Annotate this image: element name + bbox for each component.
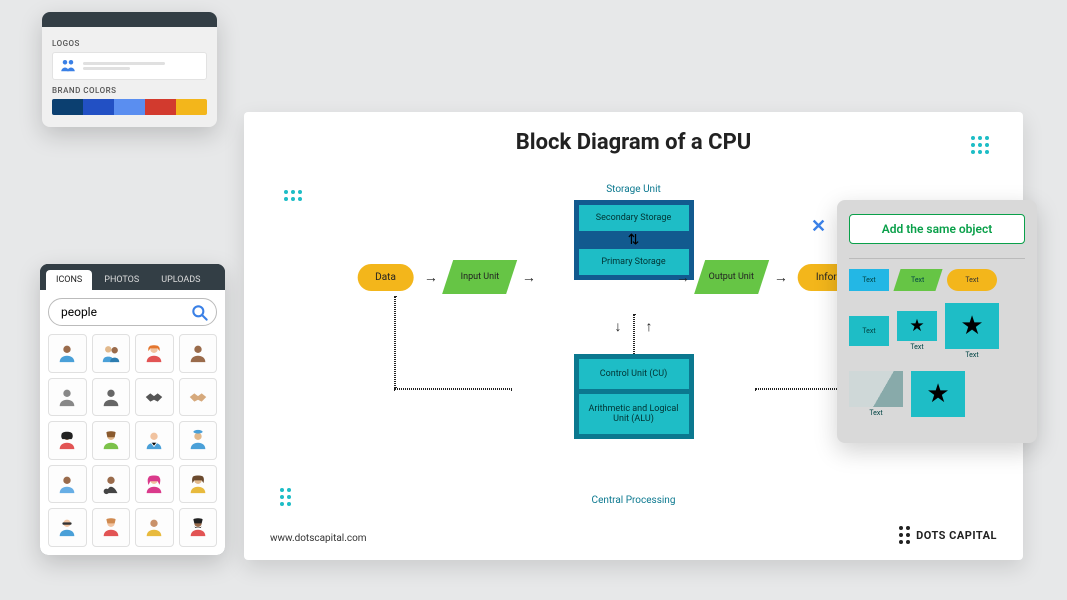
input-block[interactable]: Input Unit [442, 260, 517, 294]
swatch[interactable] [145, 99, 176, 115]
shape-star-big[interactable]: ★ [945, 303, 999, 349]
shape-image[interactable] [849, 371, 903, 407]
shape-pill[interactable]: Text [947, 269, 997, 291]
data-block[interactable]: Data [357, 264, 414, 291]
brand-heading: BRAND COLORS [52, 86, 207, 95]
person-icon[interactable] [179, 465, 218, 504]
star-icon: ★ [926, 381, 949, 407]
person-icon[interactable] [92, 334, 131, 373]
shape-square[interactable]: Text [849, 316, 889, 346]
person-icon[interactable] [48, 508, 87, 547]
person-icon[interactable] [135, 421, 174, 460]
shape-caption: Text [910, 343, 923, 351]
logo-sample[interactable] [52, 52, 207, 80]
shape-caption: Text [965, 351, 978, 359]
search-input-container [48, 298, 217, 326]
output-block[interactable]: Output Unit [694, 260, 769, 294]
cpu-label: Central Processing [592, 495, 676, 506]
swatch[interactable] [176, 99, 207, 115]
tab-photos[interactable]: PHOTOS [94, 270, 149, 290]
panel-titlebar [42, 12, 217, 27]
alu-block[interactable]: Arithmetic and Logical Unit (ALU) [579, 394, 689, 434]
shape-caption: Text [869, 409, 882, 417]
people-icon [59, 57, 77, 75]
arrow-right-icon: → [676, 269, 690, 286]
add-same-button[interactable]: Add the same object [849, 214, 1025, 244]
logos-heading: LOGOS [52, 39, 207, 48]
shape-rect[interactable]: Text [849, 269, 889, 291]
shape-star-big[interactable]: ★ [911, 371, 965, 417]
handshake-icon[interactable] [135, 378, 174, 417]
person-icon[interactable] [48, 334, 87, 373]
assets-panel: ICONS PHOTOS UPLOADS [40, 264, 225, 555]
arrow-right-icon: → [424, 269, 438, 286]
dotted-line [394, 388, 512, 390]
person-icon[interactable] [135, 334, 174, 373]
inspector-panel: ✕ Add the same object Text Text Text Tex… [837, 200, 1037, 443]
person-icon[interactable] [48, 378, 87, 417]
swatch[interactable] [52, 99, 83, 115]
arrow-right-icon: → [774, 269, 788, 286]
canvas-title: Block Diagram of a CPU [244, 130, 1023, 155]
arrow-right-icon: → [522, 269, 536, 286]
flow-row: Data → Input Unit → → Output Unit → Info… [357, 260, 910, 294]
person-icon[interactable] [135, 465, 174, 504]
icon-grid [48, 334, 217, 547]
person-icon[interactable] [92, 465, 131, 504]
person-icon[interactable] [92, 378, 131, 417]
person-icon[interactable] [92, 421, 131, 460]
handshake-icon[interactable] [179, 378, 218, 417]
person-icon[interactable] [135, 508, 174, 547]
secondary-block[interactable]: Secondary Storage [579, 205, 689, 231]
decor-dots [971, 136, 989, 154]
dotted-line [394, 296, 396, 388]
person-icon[interactable] [179, 508, 218, 547]
tab-uploads[interactable]: UPLOADS [151, 270, 210, 290]
person-icon[interactable] [48, 465, 87, 504]
search-input[interactable] [59, 304, 188, 320]
star-icon: ★ [909, 318, 924, 335]
logos-panel: LOGOS BRAND COLORS [42, 12, 217, 127]
swatch[interactable] [114, 99, 145, 115]
divider [849, 258, 1025, 259]
dotted-line [633, 314, 635, 356]
updown-arrow-icon: ⇅ [579, 233, 689, 247]
tab-icons[interactable]: ICONS [46, 270, 92, 290]
storage-label: Storage Unit [606, 184, 661, 195]
search-icon[interactable] [190, 303, 210, 323]
person-icon[interactable] [179, 334, 218, 373]
person-icon[interactable] [48, 421, 87, 460]
person-icon[interactable] [179, 421, 218, 460]
cpu-group[interactable]: Control Unit (CU) Arithmetic and Logical… [574, 354, 694, 439]
footer-url: www.dotscapital.com [270, 533, 367, 544]
person-icon[interactable] [92, 508, 131, 547]
shape-parallelogram[interactable]: Text [893, 269, 942, 291]
close-icon[interactable]: ✕ [811, 216, 826, 237]
footer-brand: DOTS CAPITAL [899, 526, 997, 544]
brand-swatches[interactable] [52, 99, 207, 115]
shape-star-square[interactable]: ★ [897, 311, 937, 341]
swatch[interactable] [83, 99, 114, 115]
cu-block[interactable]: Control Unit (CU) [579, 359, 689, 389]
star-icon: ★ [960, 313, 983, 339]
